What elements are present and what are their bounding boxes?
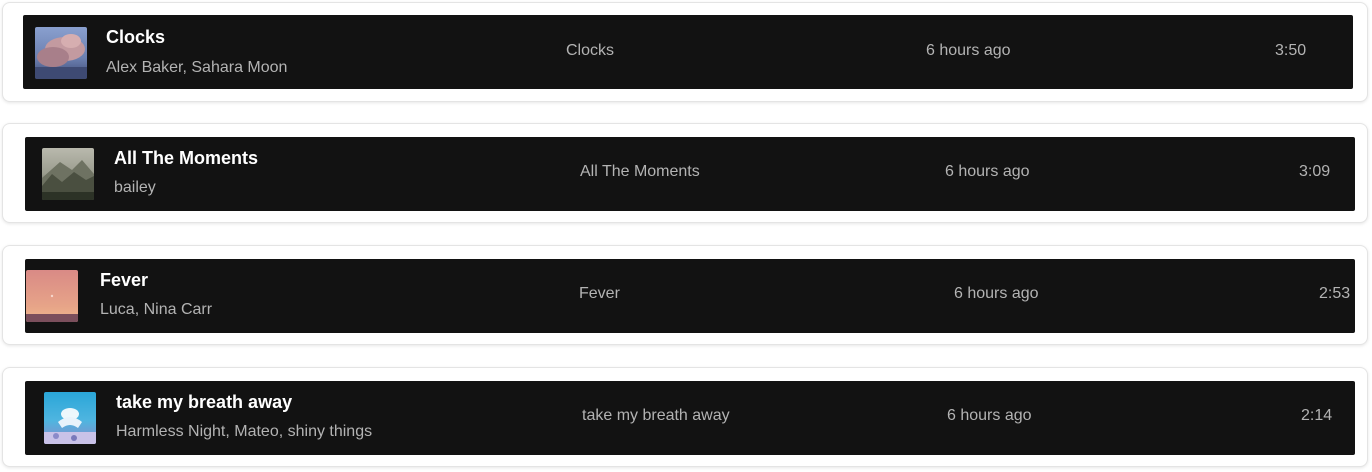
track-row[interactable]: All The Moments bailey All The Moments 6… <box>25 137 1355 211</box>
cover-art-image <box>42 148 94 200</box>
track-title[interactable]: take my breath away <box>116 392 292 413</box>
cloud-sky-cover-art-icon <box>35 27 87 79</box>
date-added: 6 hours ago <box>945 163 1030 180</box>
date-added: 6 hours ago <box>947 407 1032 424</box>
track-title[interactable]: Clocks <box>106 27 165 48</box>
track-title[interactable]: Fever <box>100 270 148 291</box>
sunset-gradient-cover-art-icon <box>26 270 78 322</box>
track-duration: 3:50 <box>1275 42 1307 59</box>
cover-art-image <box>26 270 78 322</box>
track-duration: 2:14 <box>1301 407 1333 424</box>
track-artists[interactable]: Harmless Night, Mateo, shiny things <box>116 423 372 441</box>
track-row[interactable]: Fever Luca, Nina Carr Fever 6 hours ago … <box>25 259 1355 333</box>
track-artists[interactable]: Luca, Nina Carr <box>100 301 212 319</box>
date-added: 6 hours ago <box>926 42 1011 59</box>
cover-art-image <box>44 392 96 444</box>
track-album[interactable]: Fever <box>579 285 620 303</box>
track-title[interactable]: All The Moments <box>114 148 258 169</box>
track-card: All The Moments bailey All The Moments 6… <box>2 123 1368 223</box>
track-card: Fever Luca, Nina Carr Fever 6 hours ago … <box>2 245 1368 345</box>
track-album[interactable]: All The Moments <box>580 163 700 181</box>
cover-art-image <box>35 27 87 79</box>
track-album[interactable]: Clocks <box>566 42 614 60</box>
track-artists[interactable]: bailey <box>114 179 156 197</box>
track-row[interactable]: Clocks Alex Baker, Sahara Moon Clocks 6 … <box>23 15 1353 89</box>
misty-forest-cover-art-icon <box>42 148 94 200</box>
track-card: take my breath away Harmless Night, Mate… <box>2 367 1368 467</box>
track-duration: 2:53 <box>1319 285 1351 302</box>
track-row[interactable]: take my breath away Harmless Night, Mate… <box>25 381 1355 455</box>
track-duration: 3:09 <box>1299 163 1331 180</box>
track-album[interactable]: take my breath away <box>582 407 730 425</box>
underwater-figure-cover-art-icon <box>44 392 96 444</box>
date-added: 6 hours ago <box>954 285 1039 302</box>
track-artists[interactable]: Alex Baker, Sahara Moon <box>106 59 287 77</box>
track-card: Clocks Alex Baker, Sahara Moon Clocks 6 … <box>2 2 1368 102</box>
